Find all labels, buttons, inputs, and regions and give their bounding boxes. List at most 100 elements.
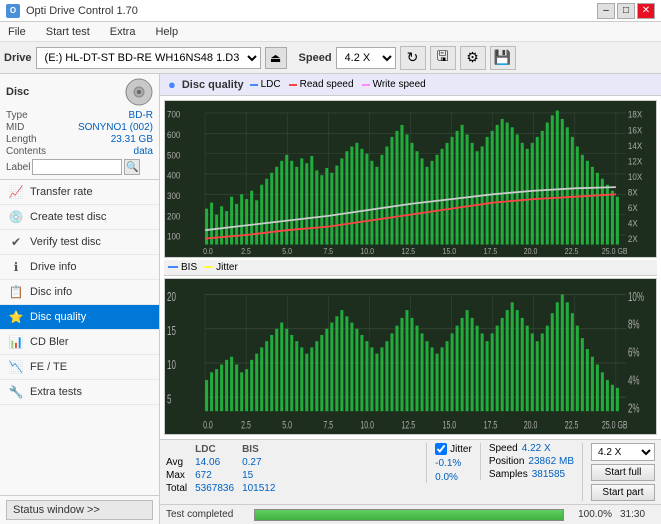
col-header-empty2 xyxy=(283,443,299,456)
svg-text:0.0: 0.0 xyxy=(203,418,213,430)
title-bar-left: O Opti Drive Control 1.70 xyxy=(6,4,138,18)
sidebar-item-extra-tests[interactable]: 🔧 Extra tests xyxy=(0,380,159,405)
svg-text:2.5: 2.5 xyxy=(241,418,251,430)
refresh-button[interactable]: ↻ xyxy=(400,46,426,70)
svg-text:20: 20 xyxy=(167,291,176,304)
jitter-avg-value: -0.1% xyxy=(435,458,461,469)
app-title: Opti Drive Control 1.70 xyxy=(26,5,138,17)
nav-items: 📈 Transfer rate 💿 Create test disc ✔ Ver… xyxy=(0,180,159,495)
svg-text:100: 100 xyxy=(167,231,180,242)
stats-label-max: Max xyxy=(166,469,195,482)
disc-mid-row: MID SONYNO1 (002) xyxy=(6,122,153,133)
svg-text:2%: 2% xyxy=(628,403,640,416)
svg-text:7.5: 7.5 xyxy=(323,247,333,257)
samples-row: Samples 381585 xyxy=(489,469,574,480)
progress-bar xyxy=(254,509,564,521)
speed-label: Speed xyxy=(299,52,332,64)
disc-contents-value: data xyxy=(134,146,153,157)
charts-container: 700 600 500 400 300 200 100 18X 16X 14X … xyxy=(160,96,661,439)
svg-text:2.5: 2.5 xyxy=(241,247,251,257)
svg-text:10.0: 10.0 xyxy=(360,418,374,430)
svg-text:15: 15 xyxy=(167,325,176,338)
jitter-checkbox[interactable] xyxy=(435,443,447,455)
stats-row-max: Max 672 15 xyxy=(166,469,299,482)
sidebar-item-fe-te[interactable]: 📉 FE / TE xyxy=(0,355,159,380)
legend-read-speed: Read speed xyxy=(289,79,354,90)
position-value: 23862 MB xyxy=(528,456,574,467)
stats-table: LDC BIS Avg 14.06 0.27 Max xyxy=(166,443,418,495)
jitter-legend-label: Jitter xyxy=(216,262,238,273)
drive-select[interactable]: (E:) HL-DT-ST BD-RE WH16NS48 1.D3 xyxy=(36,47,261,69)
menu-start-test[interactable]: Start test xyxy=(42,24,94,40)
progress-area: Test completed 100.0% 31:30 xyxy=(160,504,661,524)
start-full-button[interactable]: Start full xyxy=(591,464,655,481)
bottom-chart-svg: 20 15 10 5 10% 8% 6% 4% 2% 0.0 2.5 5.0 xyxy=(165,279,656,435)
status-window-button[interactable]: Status window >> xyxy=(6,500,153,520)
ldc-legend-label: LDC xyxy=(261,79,281,90)
minimize-button[interactable]: – xyxy=(597,3,615,19)
stats-ldc-total: 5367836 xyxy=(195,482,242,495)
status-bar-side: Status window >> xyxy=(0,495,159,524)
progress-bar-fill xyxy=(255,510,563,520)
save-button[interactable]: 💾 xyxy=(490,46,516,70)
disc-length-label: Length xyxy=(6,134,37,145)
sidebar-item-drive-info[interactable]: ℹ Drive info xyxy=(0,255,159,280)
svg-text:200: 200 xyxy=(167,211,180,222)
stats-bis-max: 15 xyxy=(242,469,283,482)
disc-length-value: 23.31 GB xyxy=(111,134,153,145)
svg-text:17.5: 17.5 xyxy=(484,247,498,257)
svg-text:14X: 14X xyxy=(628,140,642,151)
sidebar-item-label: Create test disc xyxy=(30,211,106,223)
menu-file[interactable]: File xyxy=(4,24,30,40)
jitter-max-value: 0.0% xyxy=(435,472,458,483)
fe-te-icon: 📉 xyxy=(8,360,24,374)
top-chart: 700 600 500 400 300 200 100 18X 16X 14X … xyxy=(164,100,657,258)
speed-select[interactable]: 4.2 X xyxy=(336,47,396,69)
maximize-button[interactable]: □ xyxy=(617,3,635,19)
app-icon: O xyxy=(6,4,20,18)
read-speed-legend-label: Read speed xyxy=(300,79,354,90)
sidebar-item-transfer-rate[interactable]: 📈 Transfer rate xyxy=(0,180,159,205)
jitter-max-row: 0.0% xyxy=(435,472,472,483)
eject-button[interactable]: ⏏ xyxy=(265,47,287,69)
sidebar-item-cd-bler[interactable]: 📊 CD Bler xyxy=(0,330,159,355)
legend-ldc: LDC xyxy=(250,79,281,90)
samples-label: Samples xyxy=(489,469,528,480)
stats-area: LDC BIS Avg 14.06 0.27 Max xyxy=(160,439,661,504)
start-buttons-section: 4.2 X Start full Start part xyxy=(582,443,655,501)
title-bar: O Opti Drive Control 1.70 – □ ✕ xyxy=(0,0,661,22)
svg-text:15.0: 15.0 xyxy=(443,247,457,257)
disc-type-value: BD-R xyxy=(129,110,153,121)
label-set-button[interactable]: 🔍 xyxy=(124,159,140,175)
svg-text:17.5: 17.5 xyxy=(484,418,498,430)
sidebar-item-disc-quality[interactable]: ⭐ Disc quality xyxy=(0,305,159,330)
stats-bis-avg: 0.27 xyxy=(242,456,283,469)
sidebar-item-create-test-disc[interactable]: 💿 Create test disc xyxy=(0,205,159,230)
disc-length-row: Length 23.31 GB xyxy=(6,134,153,145)
settings-button[interactable]: ⚙ xyxy=(460,46,486,70)
jitter-checkbox-row: Jitter xyxy=(435,443,472,455)
write-speed-legend-dot xyxy=(362,84,370,86)
menu-extra[interactable]: Extra xyxy=(106,24,140,40)
disc-mid-value: SONYNO1 (002) xyxy=(78,122,153,133)
disc-label-input[interactable] xyxy=(32,159,122,175)
status-window-label: Status window >> xyxy=(13,504,100,516)
burn-button[interactable]: 🖫 xyxy=(430,46,456,70)
start-part-button[interactable]: Start part xyxy=(591,484,655,501)
svg-text:12.5: 12.5 xyxy=(401,247,415,257)
close-button[interactable]: ✕ xyxy=(637,3,655,19)
svg-text:5.0: 5.0 xyxy=(282,418,292,430)
jitter-section: Jitter -0.1% 0.0% xyxy=(426,443,472,483)
disc-contents-row: Contents data xyxy=(6,146,153,157)
svg-text:15.0: 15.0 xyxy=(443,418,457,430)
stats-row-avg: Avg 14.06 0.27 xyxy=(166,456,299,469)
sidebar-item-verify-test-disc[interactable]: ✔ Verify test disc xyxy=(0,230,159,255)
start-speed-select[interactable]: 4.2 X xyxy=(591,443,655,461)
position-label: Position xyxy=(489,456,525,467)
quality-title: Disc quality xyxy=(182,79,244,91)
sidebar-item-disc-info[interactable]: 📋 Disc info xyxy=(0,280,159,305)
extra-tests-icon: 🔧 xyxy=(8,385,24,399)
jitter-avg-row: -0.1% xyxy=(435,458,472,469)
menu-help[interactable]: Help xyxy=(151,24,182,40)
bis-legend-label: BIS xyxy=(181,262,197,273)
